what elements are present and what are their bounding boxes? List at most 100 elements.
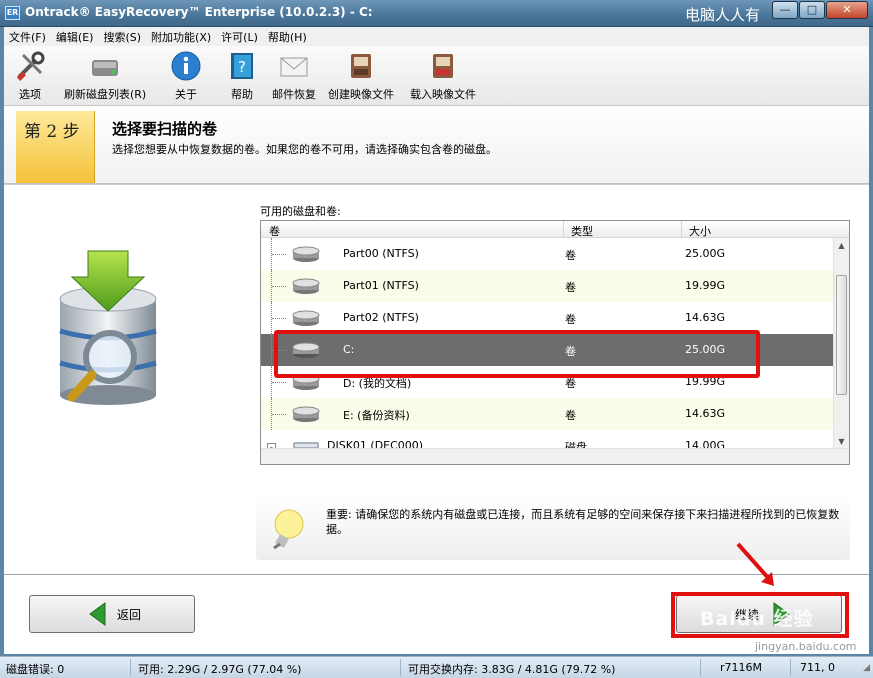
build-status: r7116M — [720, 661, 763, 674]
swap-memory-status: 可用交换内存: 3.83G / 4.81G (79.72 %) — [408, 663, 616, 676]
column-volume[interactable]: 卷 — [269, 223, 280, 239]
options-button[interactable]: 选项 — [14, 50, 46, 102]
column-divider[interactable] — [563, 221, 564, 238]
title-bar: ER Ontrack® EasyRecovery™ Enterprise (10… — [0, 0, 873, 27]
volume-size: 19.99G — [685, 279, 726, 292]
help-button[interactable]: ? 帮助 — [226, 50, 258, 102]
status-bar: 磁盘错误: 0 可用: 2.29G / 2.97G (77.04 %) 可用交换… — [0, 656, 873, 678]
volume-size: 14.63G — [685, 311, 726, 324]
menu-file[interactable]: 文件(F) — [4, 29, 51, 45]
help-book-icon: ? — [226, 50, 258, 82]
create-image-icon — [345, 50, 377, 82]
menu-search[interactable]: 搜索(S) — [98, 29, 146, 45]
baidu-watermark-url: jingyan.baidu.com — [755, 640, 857, 653]
create-image-button[interactable]: 创建映像文件 — [328, 50, 394, 102]
drive-refresh-icon — [89, 50, 121, 82]
volume-type: 卷 — [565, 249, 576, 262]
svg-text:?: ? — [238, 58, 246, 76]
lightbulb-icon — [264, 506, 310, 555]
disk-icon — [292, 310, 320, 326]
email-recovery-button[interactable]: 邮件恢复 — [272, 50, 316, 102]
create-image-label: 创建映像文件 — [328, 88, 394, 101]
list-header: 卷 类型 大小 — [261, 221, 849, 238]
disk-icon — [292, 406, 320, 422]
notice-text: 重要: 请确保您的系统内有磁盘或已连接，而且系统有足够的空间来保存接下来扫描进程… — [326, 508, 840, 536]
tools-icon — [14, 50, 46, 82]
tree-line — [272, 254, 286, 255]
step-banner: 第 2 步 选择要扫描的卷 选择您想要从中恢复数据的卷。如果您的卷不可用，请选择… — [4, 106, 869, 184]
tree-line — [272, 318, 286, 319]
volume-row[interactable]: - DISK01 (DEC000) 磁盘 14.00G — [261, 430, 833, 450]
menu-bar: 文件(F) 编辑(E) 搜索(S) 附加功能(X) 许可(L) 帮助(H) — [4, 27, 869, 46]
envelope-icon — [278, 50, 310, 82]
volume-name: Part01 (NTFS) — [343, 279, 419, 292]
load-image-icon — [427, 50, 459, 82]
volume-size: 25.00G — [685, 247, 726, 260]
app-icon: ER — [5, 6, 20, 20]
column-size[interactable]: 大小 — [689, 223, 711, 239]
volume-name: E: (备份资料) — [343, 409, 410, 422]
disk-errors-status: 磁盘错误: 0 — [6, 663, 65, 676]
refresh-disks-label: 刷新磁盘列表(R) — [64, 88, 147, 101]
volume-type: 卷 — [565, 281, 576, 294]
menu-help[interactable]: 帮助(H) — [263, 29, 312, 45]
red-highlight-selection — [274, 330, 760, 378]
volume-size: 14.63G — [685, 407, 726, 420]
resize-grip-icon[interactable]: ◢ — [863, 663, 870, 673]
step-description: 选择您想要从中恢复数据的卷。如果您的卷不可用，请选择确实包含卷的磁盘。 — [112, 143, 497, 156]
watermark-text: 电脑人人有 — [685, 6, 761, 24]
about-button[interactable]: 关于 — [170, 50, 202, 102]
back-button[interactable]: 返回 — [29, 595, 195, 633]
back-arrow-icon — [89, 602, 106, 626]
back-label: 返回 — [117, 607, 142, 622]
tree-line — [272, 286, 286, 287]
menu-license[interactable]: 许可(L) — [216, 29, 263, 45]
vertical-scrollbar[interactable]: ▲ ▼ — [833, 238, 849, 450]
about-label: 关于 — [175, 88, 197, 101]
status-divider — [400, 659, 401, 676]
email-recovery-label: 邮件恢复 — [272, 88, 316, 101]
step-number: 第 2 步 — [24, 122, 80, 142]
options-label: 选项 — [19, 88, 41, 101]
volume-name: Part02 (NTFS) — [343, 311, 419, 324]
menu-extras[interactable]: 附加功能(X) — [146, 29, 216, 45]
refresh-disks-button[interactable]: 刷新磁盘列表(R) — [64, 50, 146, 102]
scroll-thumb[interactable] — [836, 275, 847, 395]
disk-icon — [292, 278, 320, 294]
volume-type: 卷 — [565, 409, 576, 422]
step-indicator: 第 2 步 — [16, 111, 95, 183]
available-space-status: 可用: 2.29G / 2.97G (77.04 %) — [138, 663, 302, 676]
red-pointer-arrow — [736, 542, 774, 586]
column-divider[interactable] — [681, 221, 682, 238]
close-button[interactable]: ✕ — [826, 1, 868, 19]
help-label: 帮助 — [231, 88, 253, 101]
tree-line — [272, 382, 286, 383]
info-icon — [170, 50, 202, 82]
available-volumes-label: 可用的磁盘和卷: — [260, 205, 341, 218]
volume-row[interactable]: E: (备份资料) 卷 14.63G — [261, 398, 833, 430]
maximize-button[interactable]: □ — [799, 1, 825, 19]
coords-status: 711, 0 — [800, 661, 835, 674]
horizontal-scrollbar[interactable] — [261, 448, 849, 464]
database-search-icon — [52, 247, 164, 410]
tree-line — [272, 414, 286, 415]
minimize-button[interactable]: — — [772, 1, 798, 19]
step-title: 选择要扫描的卷 — [112, 120, 218, 138]
scroll-up-arrow[interactable]: ▲ — [834, 238, 849, 254]
status-divider — [700, 659, 701, 676]
main-content: 可用的磁盘和卷: 卷 类型 大小 Part00 (NTFS) 卷 25.00G … — [4, 184, 869, 574]
column-type[interactable]: 类型 — [571, 223, 593, 239]
baidu-watermark: Baidu 经验 — [700, 608, 814, 630]
volume-row[interactable]: Part00 (NTFS) 卷 25.00G — [261, 238, 833, 270]
load-image-label: 载入映像文件 — [410, 88, 476, 101]
status-divider — [790, 659, 791, 676]
menu-edit[interactable]: 编辑(E) — [51, 29, 99, 45]
status-divider — [130, 659, 131, 676]
toolbar: 选项 刷新磁盘列表(R) 关于 ? 帮助 邮件恢复 创建映像文件 载入映像文件 — [4, 46, 869, 106]
volume-row[interactable]: Part01 (NTFS) 卷 19.99G — [261, 270, 833, 302]
window-title: Ontrack® EasyRecovery™ Enterprise (10.0.… — [25, 5, 373, 19]
volume-type: 卷 — [565, 313, 576, 326]
load-image-button[interactable]: 载入映像文件 — [410, 50, 476, 102]
window-controls: — □ ✕ — [771, 1, 868, 19]
volume-name: Part00 (NTFS) — [343, 247, 419, 260]
